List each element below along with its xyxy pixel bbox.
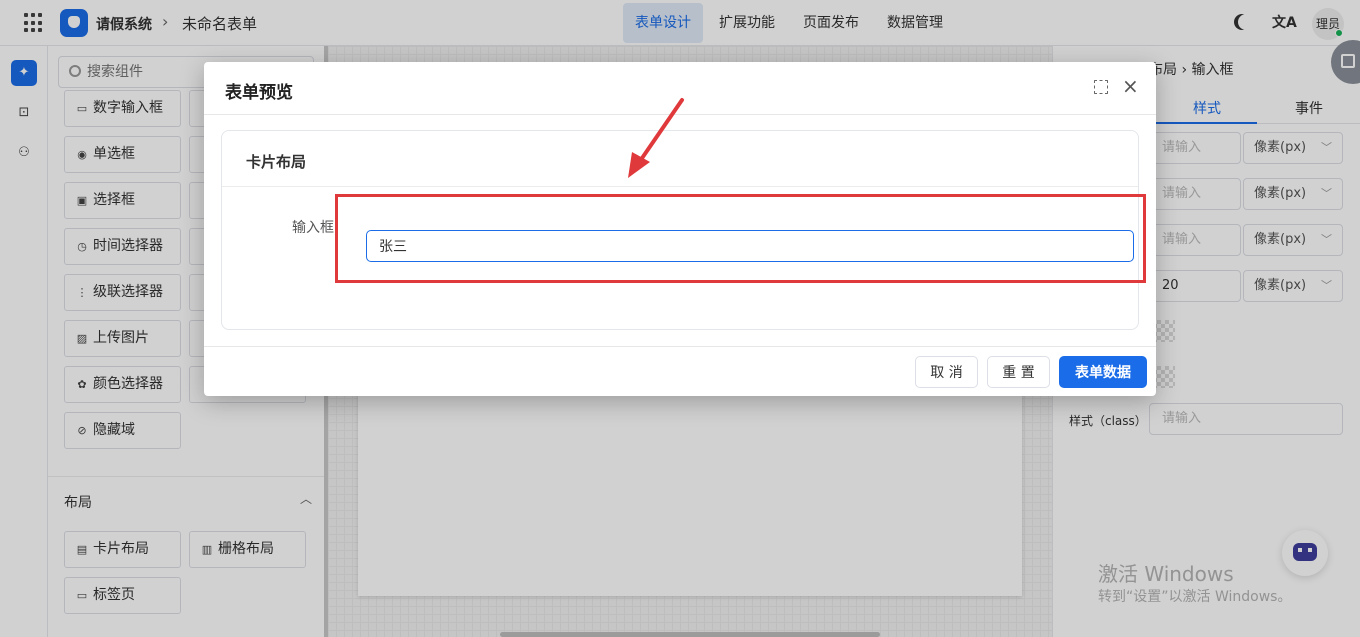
card-divider <box>222 186 1138 187</box>
dialog-title: 表单预览 <box>225 83 293 103</box>
card-title: 卡片布局 <box>246 153 307 171</box>
cancel-button[interactable]: 取 消 <box>915 356 978 388</box>
dialog-footer-divider <box>204 346 1156 347</box>
reset-button[interactable]: 重 置 <box>987 356 1050 388</box>
field-label: 输入框 <box>292 220 334 236</box>
maximize-icon[interactable] <box>1094 80 1108 94</box>
annotation-arrow-icon <box>628 98 684 178</box>
form-data-button[interactable]: 表单数据 <box>1059 356 1147 388</box>
close-icon[interactable]: × <box>1122 74 1139 98</box>
annotation-highlight-box <box>335 194 1146 283</box>
